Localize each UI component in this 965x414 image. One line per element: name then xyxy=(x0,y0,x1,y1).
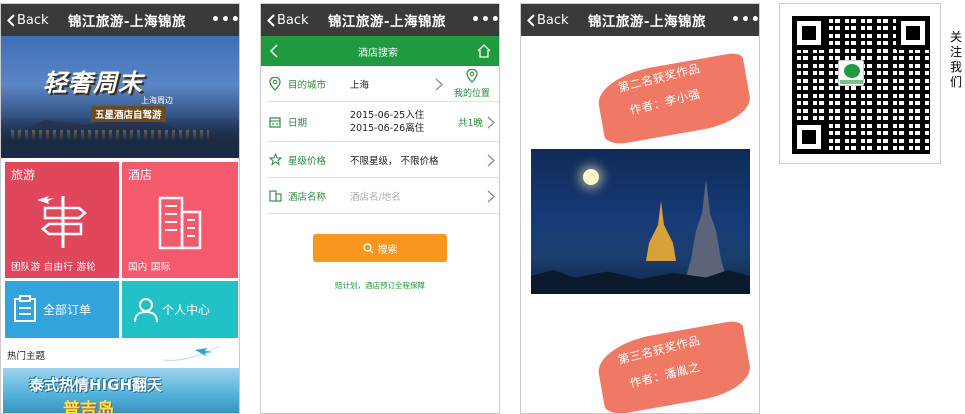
phone-screen-awards: Back 锦江旅游-上海锦旅 ••• 第二名获奖作品 作者：李小强 第三名获奖作… xyxy=(520,3,760,414)
section-title: 热门主题 xyxy=(7,351,46,362)
promo-headline: 泰式热情HIGH翻天 xyxy=(29,376,163,394)
qr-code-panel xyxy=(779,3,941,164)
signpost-icon xyxy=(37,196,87,248)
chevron-left-icon xyxy=(7,13,15,27)
home-icon[interactable] xyxy=(477,44,491,58)
chevron-right-icon xyxy=(487,154,495,166)
page-title: 锦江旅游-上海锦旅 xyxy=(67,14,187,30)
tile-subtitle: 国内 国际 xyxy=(128,262,171,273)
hotel-name-row[interactable]: 酒店名称 酒店名/地名 xyxy=(267,178,499,214)
hotel-building-icon xyxy=(267,188,283,204)
chevron-right-icon xyxy=(487,116,495,128)
user-icon xyxy=(134,298,158,323)
tile-subtitle: 团队游 自由行 游轮 xyxy=(11,262,97,273)
back-button[interactable]: Back xyxy=(521,13,571,28)
chevron-left-icon[interactable] xyxy=(269,44,279,58)
clipboard-icon xyxy=(14,295,36,322)
promo-destination: 普吉岛 xyxy=(63,400,114,414)
chevron-right-icon xyxy=(435,78,443,91)
top-bar: Back 锦江旅游-上海锦旅 ••• xyxy=(1,4,239,36)
location-pin-icon xyxy=(466,68,478,83)
hotel-search-header: 酒店搜索 xyxy=(261,36,499,66)
chevron-left-icon xyxy=(267,13,275,27)
tile-title: 个人中心 xyxy=(162,303,211,317)
date-row[interactable]: 日期 2015-06-25入住 2015-06-26离住 共1晚 xyxy=(267,102,499,142)
chevron-left-icon xyxy=(527,13,535,27)
location-pin-icon xyxy=(267,76,283,92)
award-photo xyxy=(531,149,750,294)
airplane-icon xyxy=(162,345,220,361)
brand-logo-icon xyxy=(838,60,864,86)
golden-pagoda xyxy=(646,201,676,261)
follow-us-text: 关注我们 xyxy=(950,30,963,89)
chevron-right-icon xyxy=(487,190,495,202)
star-icon xyxy=(267,152,283,168)
my-location-label: 我的位置 xyxy=(453,89,490,99)
profile-tile[interactable]: 个人中心 xyxy=(122,281,238,338)
destination-city-row[interactable]: 目的城市 上海 我的位置 xyxy=(267,66,499,102)
qr-finder-top-right xyxy=(896,16,930,50)
moon xyxy=(583,169,599,185)
phone-screen-home: Back 锦江旅游-上海锦旅 ••• 轻奢周末 上海周边 五星酒店自驾游 旅游 … xyxy=(0,3,240,414)
star-price-value: 不限星级， 不限价格 xyxy=(350,155,439,167)
nights-count: 共1晚 xyxy=(457,118,483,129)
hotel-name-input[interactable]: 酒店名/地名 xyxy=(350,189,499,203)
header-title: 酒店搜索 xyxy=(358,47,398,59)
promo-banner[interactable]: 轻奢周末 上海周边 五星酒店自驾游 xyxy=(1,36,239,158)
building-icon xyxy=(158,196,202,250)
qr-finder-bottom-left xyxy=(792,120,826,154)
search-label: 搜索 xyxy=(377,244,398,256)
theme-promo-banner[interactable]: 泰式热情HIGH翻天 普吉岛 xyxy=(3,368,239,414)
all-orders-tile[interactable]: 全部订单 xyxy=(5,281,119,338)
page-title: 锦江旅游-上海锦旅 xyxy=(587,14,707,30)
field-label: 目的城市 xyxy=(288,79,327,91)
tile-title: 旅游 xyxy=(11,168,36,182)
back-label: Back xyxy=(537,12,569,28)
field-label: 星级价格 xyxy=(288,155,327,167)
search-button[interactable]: 搜索 xyxy=(313,234,447,262)
field-label: 酒店名称 xyxy=(288,191,327,203)
tile-title: 酒店 xyxy=(128,168,153,182)
back-label: Back xyxy=(277,12,309,28)
back-button[interactable]: Back xyxy=(261,13,311,28)
calendar-icon xyxy=(267,114,283,130)
more-menu-button[interactable]: ••• xyxy=(471,12,499,28)
qr-finder-top-left xyxy=(792,16,826,50)
top-bar: Back 锦江旅游-上海锦旅 ••• xyxy=(261,4,499,36)
my-location-button[interactable]: 我的位置 xyxy=(449,68,495,99)
back-button[interactable]: Back xyxy=(1,13,51,28)
back-label: Back xyxy=(17,12,49,28)
star-price-row[interactable]: 星级价格 不限星级， 不限价格 xyxy=(267,142,499,178)
page-title: 锦江旅游-上海锦旅 xyxy=(327,14,447,30)
banner-tagline: 五星酒店自驾游 xyxy=(91,106,166,122)
hotel-tile[interactable]: 酒店 国内 国际 xyxy=(122,162,238,278)
top-bar: Back 锦江旅游-上海锦旅 ••• xyxy=(521,4,759,36)
guarantee-note: 赔计划，酒店预订全程保障 xyxy=(335,281,425,290)
banner-subtitle: 上海周边 xyxy=(141,96,173,105)
search-icon xyxy=(362,242,373,253)
banner-title: 轻奢周末 xyxy=(43,69,143,97)
tile-title: 全部订单 xyxy=(43,303,92,317)
banner-shade xyxy=(1,116,239,158)
more-menu-button[interactable]: ••• xyxy=(211,12,239,28)
travel-tile[interactable]: 旅游 团队游 自由行 游轮 xyxy=(5,162,119,278)
phone-screen-hotel-search: Back 锦江旅游-上海锦旅 ••• 酒店搜索 目的城市 上海 我的位置 日期 … xyxy=(260,3,500,414)
more-menu-button[interactable]: ••• xyxy=(731,12,759,28)
field-label: 日期 xyxy=(288,117,308,129)
